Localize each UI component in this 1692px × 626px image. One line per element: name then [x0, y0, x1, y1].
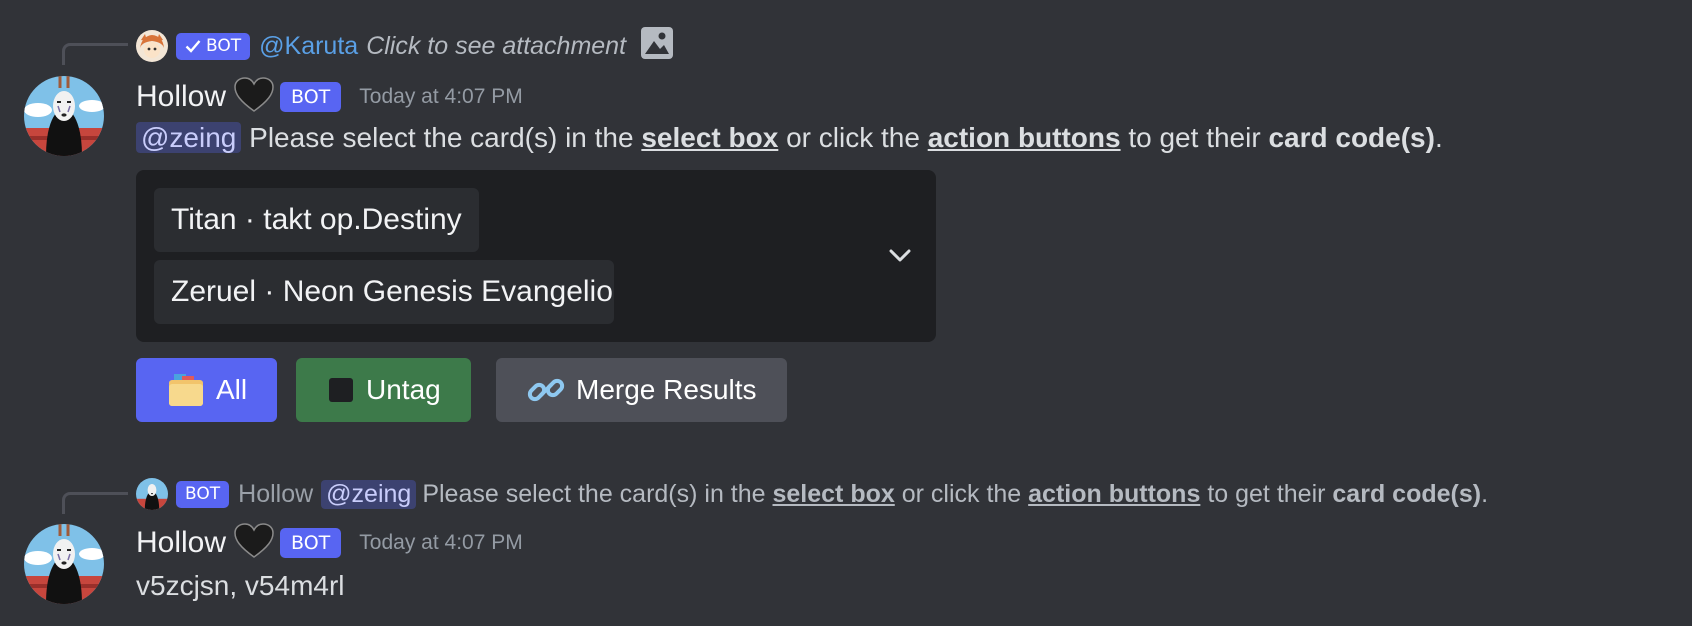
message-content: @zeing Please select the card(s) in the … [136, 122, 1443, 154]
message-header: Hollow BOT Today at 4:07 PM [136, 76, 523, 118]
reply-preview[interactable]: BOT @Karuta Click to see attachment [136, 26, 674, 63]
black-heart-icon [234, 522, 274, 564]
reply-author[interactable]: @Karuta [259, 32, 358, 61]
bot-badge: BOT [280, 82, 342, 112]
timestamp[interactable]: Today at 4:07 PM [359, 85, 522, 109]
file-box-icon [166, 372, 206, 408]
chain-link-icon [526, 370, 566, 410]
merge-results-button[interactable]: Merge Results [496, 358, 787, 422]
black-heart-icon [234, 76, 274, 118]
selected-card-chip[interactable]: Titan · takt op.Destiny [154, 188, 479, 252]
message-header: Hollow BOT Today at 4:07 PM [136, 522, 523, 564]
username[interactable]: Hollow [136, 80, 226, 114]
selected-card-chip[interactable]: Zeruel · Neon Genesis Evangelion [154, 260, 614, 324]
verified-bot-badge: BOT [176, 32, 251, 60]
untag-button[interactable]: Untag [296, 358, 471, 422]
reply-connector [62, 43, 128, 65]
message-content: v5zcjsn, v54m4rl [136, 570, 345, 601]
username[interactable]: Hollow [136, 526, 226, 560]
card-select-menu[interactable]: Titan · takt op.Destiny Zeruel · Neon Ge… [136, 170, 936, 342]
reply-author[interactable]: Hollow [238, 480, 313, 509]
bot-badge: BOT [280, 528, 342, 558]
image-icon [640, 26, 674, 67]
user-mention[interactable]: @zeing [321, 479, 417, 509]
hollow-mini-avatar[interactable] [136, 478, 168, 510]
reply-connector [62, 492, 128, 514]
black-square-icon [326, 375, 356, 405]
reply-text[interactable]: Click to see attachment [366, 32, 626, 61]
hollow-avatar[interactable] [24, 76, 104, 156]
all-button[interactable]: All [136, 358, 278, 422]
hollow-avatar[interactable] [24, 524, 104, 604]
timestamp[interactable]: Today at 4:07 PM [359, 531, 522, 555]
reply-text[interactable]: Please select the card(s) in the select … [422, 480, 1488, 509]
bot-badge: BOT [176, 480, 230, 508]
user-mention[interactable]: @zeing [136, 122, 242, 153]
reply-preview[interactable]: BOT Hollow @zeing Please select the card… [136, 477, 1488, 511]
chevron-down-icon[interactable] [886, 242, 914, 275]
karuta-avatar[interactable] [136, 30, 168, 62]
checkmark-icon [185, 40, 201, 53]
